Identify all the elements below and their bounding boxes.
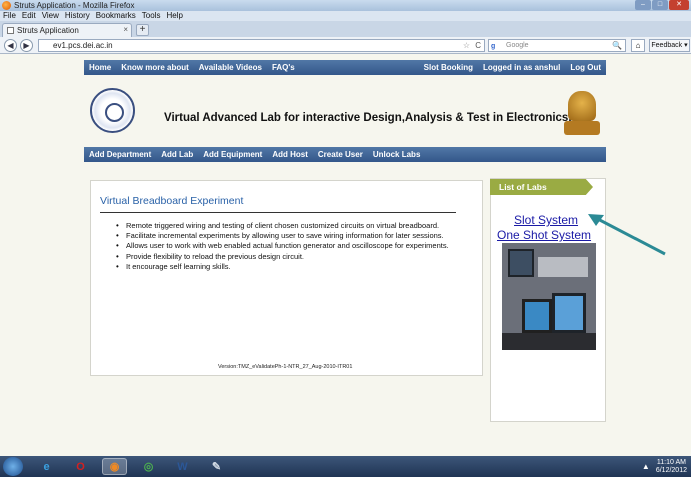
logged-in-user: Logged in as anshul	[483, 63, 561, 72]
start-button[interactable]	[3, 457, 23, 476]
close-window-button[interactable]: ✕	[669, 0, 689, 10]
url-field[interactable]: ev1.pcs.dei.ac.in ☆ C	[38, 39, 485, 52]
heading-divider	[100, 212, 456, 213]
tab-label: Struts Application	[17, 26, 79, 35]
list-item: It encourage self learning skills.	[116, 262, 449, 272]
window-title: Struts Application - Mozilla Firefox	[14, 1, 135, 10]
top-navigation-right: Slot Booking Logged in as anshul Log Out	[419, 63, 606, 72]
nav-faqs[interactable]: FAQ's	[267, 63, 300, 72]
list-of-labs-banner: List of Labs	[490, 179, 593, 195]
nav-add-department[interactable]: Add Department	[84, 150, 156, 159]
menu-view[interactable]: View	[39, 11, 62, 21]
tab-struts-application[interactable]: Struts Application ×	[2, 23, 132, 37]
list-item: Remote triggered wiring and testing of c…	[116, 221, 449, 231]
system-tray: ▲ 11:10 AM 6/12/2012	[642, 456, 687, 477]
experiment-heading: Virtual Breadboard Experiment	[100, 195, 244, 207]
page-icon	[7, 27, 14, 34]
nav-add-lab[interactable]: Add Lab	[156, 150, 198, 159]
bookmark-star-icon[interactable]: ☆	[463, 40, 470, 51]
photo-monitor	[522, 299, 552, 333]
url-text: ev1.pcs.dei.ac.in	[53, 41, 113, 50]
tab-close-button[interactable]: ×	[123, 25, 128, 34]
annotation-arrow-icon	[588, 214, 666, 256]
admin-navigation: Add Department Add Lab Add Equipment Add…	[84, 147, 606, 162]
system-clock[interactable]: 11:10 AM 6/12/2012	[656, 459, 687, 475]
emblem-base	[564, 121, 600, 135]
photo-desk	[502, 333, 596, 350]
menu-bookmarks[interactable]: Bookmarks	[93, 11, 139, 21]
windows-taskbar: e O ◉ ◎ W ✎ ▲ 11:10 AM 6/12/2012	[0, 456, 691, 477]
chrome-icon[interactable]: ◎	[136, 458, 161, 475]
photo-monitor	[552, 293, 586, 333]
feedback-button[interactable]: Feedback ▾	[649, 39, 690, 52]
menu-bar: File Edit View History Bookmarks Tools H…	[0, 11, 691, 21]
nav-home[interactable]: Home	[84, 63, 116, 72]
menu-file[interactable]: File	[0, 11, 19, 21]
menu-tools[interactable]: Tools	[139, 11, 164, 21]
window-titlebar: Struts Application - Mozilla Firefox – □…	[0, 0, 691, 11]
search-icon[interactable]: 🔍	[612, 40, 622, 51]
list-item: Allows user to work with web enabled act…	[116, 241, 449, 251]
menu-history[interactable]: History	[62, 11, 93, 21]
tab-bar: Struts Application × +	[0, 21, 691, 37]
page-content: Home Know more about Available Videos FA…	[0, 54, 691, 456]
experiment-card: Virtual Breadboard Experiment Remote tri…	[90, 180, 483, 376]
opera-icon[interactable]: O	[68, 458, 93, 475]
institute-logo	[90, 88, 135, 133]
nav-add-equipment[interactable]: Add Equipment	[198, 150, 267, 159]
back-button[interactable]: ◀	[4, 39, 17, 52]
reload-icon[interactable]: C	[475, 40, 481, 51]
maximize-button[interactable]: □	[652, 0, 668, 10]
nav-available-videos[interactable]: Available Videos	[194, 63, 267, 72]
top-navigation: Home Know more about Available Videos FA…	[84, 60, 606, 75]
word-icon[interactable]: W	[170, 458, 195, 475]
minimize-button[interactable]: –	[635, 0, 651, 10]
menu-help[interactable]: Help	[163, 11, 185, 21]
list-item: Provide flexibility to reload the previo…	[116, 252, 449, 262]
navigation-toolbar: ◀ ▶ ev1.pcs.dei.ac.in ☆ C g Google 🔍 ⌂ F…	[0, 37, 691, 54]
search-placeholder: Google	[506, 42, 529, 49]
feature-list: Remote triggered wiring and testing of c…	[116, 221, 449, 272]
photo-monitor	[508, 249, 534, 277]
nav-add-host[interactable]: Add Host	[267, 150, 313, 159]
window-controls: – □ ✕	[635, 0, 689, 10]
new-tab-button[interactable]: +	[136, 24, 149, 36]
slot-system-link[interactable]: Slot System	[514, 213, 578, 227]
nav-slot-booking[interactable]: Slot Booking	[419, 63, 478, 72]
forward-button[interactable]: ▶	[20, 39, 33, 52]
site-title: Virtual Advanced Lab for interactive Des…	[164, 112, 572, 124]
site-header: Virtual Advanced Lab for interactive Des…	[84, 75, 606, 147]
national-emblem-logo	[560, 85, 604, 139]
search-input[interactable]: g Google 🔍	[488, 39, 626, 52]
menu-edit[interactable]: Edit	[19, 11, 39, 21]
one-shot-system-link[interactable]: One Shot System	[497, 228, 591, 242]
home-button[interactable]: ⌂	[631, 39, 645, 52]
version-text: Version:TMZ_eValidatePh-1-NTR_27_Aug-201…	[218, 364, 353, 370]
firefox-icon[interactable]: ◉	[102, 458, 127, 475]
clock-time: 11:10 AM	[656, 458, 686, 466]
tray-arrow-icon[interactable]: ▲	[642, 462, 650, 471]
ie-icon[interactable]: e	[34, 458, 59, 475]
clock-date: 6/12/2012	[655, 466, 687, 474]
list-item: Facilitate incremental experiments by al…	[116, 231, 449, 241]
logout-link[interactable]: Log Out	[565, 63, 606, 72]
google-icon[interactable]: g	[491, 41, 502, 50]
nav-unlock-labs[interactable]: Unlock Labs	[368, 150, 426, 159]
paint-icon[interactable]: ✎	[204, 458, 229, 475]
emblem-lions	[568, 91, 596, 121]
firefox-icon	[2, 1, 11, 10]
nav-create-user[interactable]: Create User	[313, 150, 368, 159]
nav-know-more[interactable]: Know more about	[116, 63, 194, 72]
